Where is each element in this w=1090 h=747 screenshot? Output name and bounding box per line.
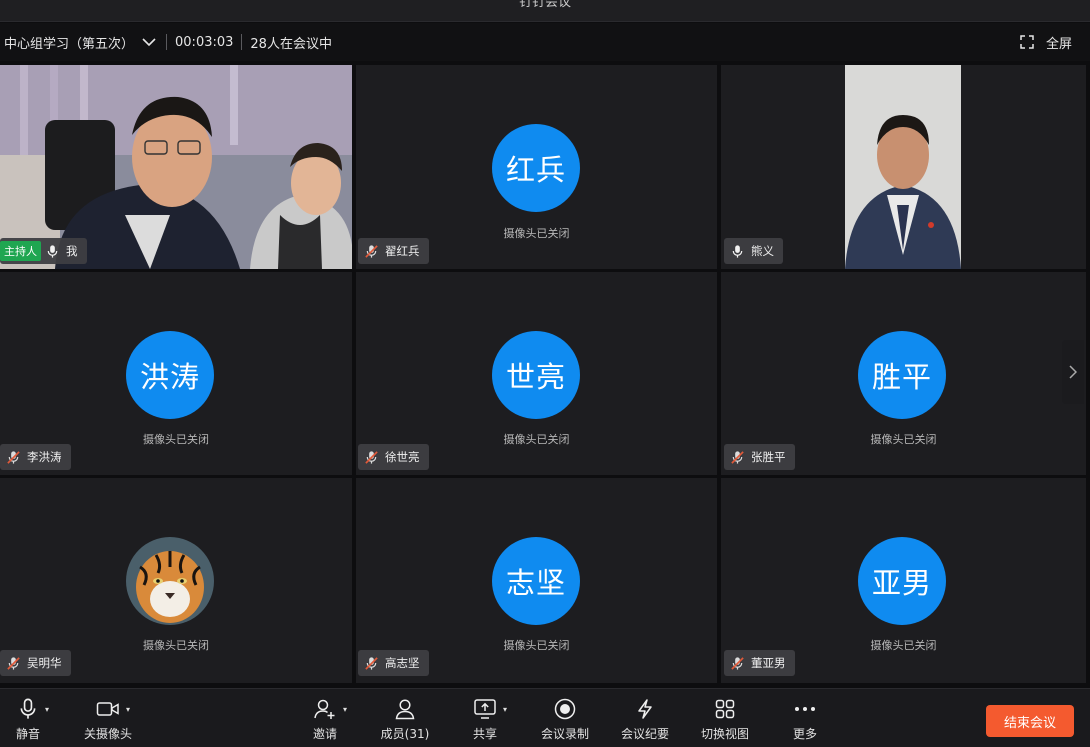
caret-icon[interactable]: ▾ <box>503 705 507 714</box>
host-badge: 主持人 <box>0 241 41 261</box>
switch-view-button[interactable]: 切换视图 <box>685 695 765 742</box>
record-button[interactable]: 会议录制 <box>525 695 605 742</box>
more-dots-icon <box>795 707 815 711</box>
microphone-icon <box>45 244 60 259</box>
chevron-right-icon <box>1069 365 1077 379</box>
add-person-icon <box>314 699 335 719</box>
microphone-muted-icon <box>6 450 21 465</box>
record-label: 会议录制 <box>540 727 589 741</box>
participant-avatar: 志坚 <box>492 537 580 625</box>
fullscreen-icon <box>1020 35 1034 49</box>
mute-label: 静音 <box>15 727 40 741</box>
participant-avatar: 红兵 <box>492 124 580 212</box>
members-button[interactable]: 成员(31) <box>365 695 445 742</box>
divider <box>166 34 168 50</box>
microphone-icon <box>20 698 36 719</box>
participant-tile[interactable]: 世亮 摄像头已关闭 徐世亮 <box>356 272 717 475</box>
more-label: 更多 <box>792 727 817 741</box>
meeting-name: 中心组学习（第五次） <box>4 36 135 52</box>
participant-avatar: 世亮 <box>492 331 580 419</box>
participant-tile-video[interactable]: 我 主持人 <box>0 65 352 269</box>
meeting-toolbar: ▾ 静音 ▾ 关摄像头 ▾ 邀请 成员(31) ▾ 共享 会议录制 会议纪要 切… <box>0 688 1090 747</box>
video-grid: 我 主持人 红兵 摄像头已关闭 翟红兵 熊义 洪涛 摄像头已关闭 李洪涛 世亮 … <box>0 65 1086 685</box>
participant-tile[interactable]: 亚男 摄像头已关闭 董亚男 <box>721 478 1086 683</box>
participant-name: 高志坚 <box>385 656 420 670</box>
participant-name-tag: 高志坚 <box>358 650 429 676</box>
participant-name: 李洪涛 <box>27 450 62 464</box>
participant-name-tag: 张胜平 <box>724 444 795 470</box>
lightning-icon <box>638 699 652 719</box>
participant-name-tag: 徐世亮 <box>358 444 429 470</box>
tiger-avatar <box>126 537 214 625</box>
meeting-info-bar: 中心组学习（第五次） 00:03:03 28人在会议中 全屏 <box>0 23 1090 61</box>
fullscreen-button[interactable]: 全屏 <box>1020 23 1072 61</box>
meeting-name-dropdown[interactable]: 中心组学习（第五次） <box>4 33 156 52</box>
mute-button[interactable]: ▾ 静音 <box>0 695 68 742</box>
members-label: 成员(31) <box>380 727 430 741</box>
share-button[interactable]: ▾ 共享 <box>445 695 525 742</box>
participant-tile-video[interactable]: 熊义 <box>721 65 1086 269</box>
participant-tile[interactable]: 洪涛 摄像头已关闭 李洪涛 <box>0 272 352 475</box>
participant-name: 翟红兵 <box>385 244 420 258</box>
more-button[interactable]: 更多 <box>765 695 845 742</box>
participant-name: 张胜平 <box>751 450 786 464</box>
participant-name-tag: 董亚男 <box>724 650 795 676</box>
participant-tile[interactable]: 摄像头已关闭 吴明华 <box>0 478 352 683</box>
participant-avatar: 胜平 <box>858 331 946 419</box>
caret-icon[interactable]: ▾ <box>126 705 130 714</box>
minutes-label: 会议纪要 <box>620 727 669 741</box>
participant-name-tag: 李洪涛 <box>0 444 71 470</box>
participant-tile[interactable]: 红兵 摄像头已关闭 翟红兵 <box>356 65 717 269</box>
microphone-icon <box>730 244 745 259</box>
person-icon <box>395 699 415 720</box>
meeting-duration: 00:03:03 <box>175 34 234 50</box>
participant-name-tag: 熊义 <box>724 238 783 264</box>
record-icon <box>554 698 576 720</box>
participant-tile[interactable]: 志坚 摄像头已关闭 高志坚 <box>356 478 717 683</box>
window-titlebar: 钉钉会议 <box>0 0 1090 22</box>
participant-name-tag: 翟红兵 <box>358 238 429 264</box>
participant-avatar: 洪涛 <box>126 331 214 419</box>
participant-name: 熊义 <box>751 244 774 258</box>
microphone-muted-icon <box>364 656 379 671</box>
participant-video-feed <box>845 65 961 269</box>
camera-off-button[interactable]: ▾ 关摄像头 <box>68 695 148 742</box>
participant-name-tag: 吴明华 <box>0 650 71 676</box>
participant-tile[interactable]: 胜平 摄像头已关闭 张胜平 <box>721 272 1086 475</box>
screen-share-icon <box>474 699 496 719</box>
chevron-down-icon <box>142 38 156 47</box>
switch-view-label: 切换视图 <box>700 727 749 741</box>
end-meeting-button[interactable]: 结束会议 <box>986 705 1074 737</box>
participant-name: 徐世亮 <box>385 450 420 464</box>
participant-name: 吴明华 <box>27 656 62 670</box>
next-page-button[interactable] <box>1062 340 1084 404</box>
microphone-muted-icon <box>364 450 379 465</box>
grid-view-icon <box>715 699 735 719</box>
video-camera-icon <box>96 702 119 716</box>
microphone-muted-icon <box>364 244 379 259</box>
participant-name: 我 <box>66 244 78 258</box>
participant-name: 董亚男 <box>751 656 786 670</box>
fullscreen-label: 全屏 <box>1045 36 1072 52</box>
invite-label: 邀请 <box>312 727 337 741</box>
caret-icon[interactable]: ▾ <box>45 705 49 714</box>
camera-off-label: 关摄像头 <box>83 727 132 741</box>
share-label: 共享 <box>472 727 497 741</box>
caret-icon[interactable]: ▾ <box>343 705 347 714</box>
minutes-button[interactable]: 会议纪要 <box>605 695 685 742</box>
participant-count: 28人在会议中 <box>250 36 332 52</box>
participant-avatar: 亚男 <box>858 537 946 625</box>
microphone-muted-icon <box>6 656 21 671</box>
microphone-muted-icon <box>730 450 745 465</box>
window-title: 钉钉会议 <box>518 0 571 10</box>
microphone-muted-icon <box>730 656 745 671</box>
invite-button[interactable]: ▾ 邀请 <box>285 695 365 742</box>
divider <box>241 34 243 50</box>
